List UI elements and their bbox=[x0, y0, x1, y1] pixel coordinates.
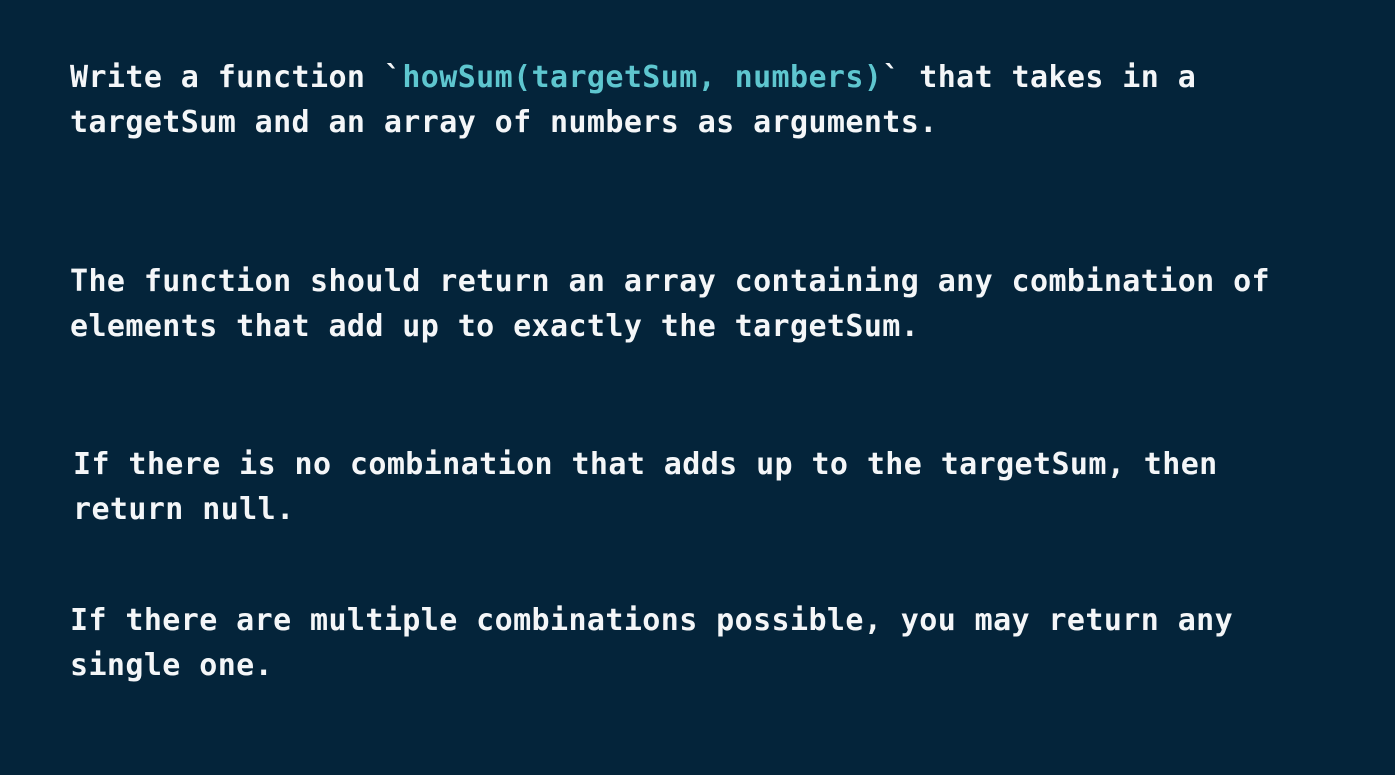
paragraph-line: single one. bbox=[70, 648, 274, 683]
paragraph-line: Write a function `howSum(targetSum, numb… bbox=[70, 55, 1196, 100]
paragraph-line: The function should return an array cont… bbox=[70, 264, 1270, 299]
null-case-paragraph: If there is no combination that adds up … bbox=[73, 442, 1218, 532]
paragraph-line: elements that add up to exactly the targ… bbox=[70, 309, 920, 344]
multiple-combinations-paragraph: If there are multiple combinations possi… bbox=[70, 598, 1233, 688]
paragraph-line: If there is no combination that adds up … bbox=[73, 447, 1218, 482]
function-signature-code: howSum(targetSum, numbers) bbox=[402, 60, 883, 95]
paragraph-line: If there are multiple combinations possi… bbox=[70, 603, 1234, 638]
paragraph-line: targetSum and an array of numbers as arg… bbox=[70, 105, 938, 140]
line-prefix: Write a function ` bbox=[70, 60, 403, 95]
problem-statement-paragraph: Write a function `howSum(targetSum, numb… bbox=[70, 55, 1196, 145]
line-suffix: ` that takes in a bbox=[882, 60, 1197, 95]
return-description-paragraph: The function should return an array cont… bbox=[70, 259, 1270, 349]
paragraph-line: return null. bbox=[73, 492, 295, 527]
slide: Write a function `howSum(targetSum, numb… bbox=[0, 0, 1395, 775]
